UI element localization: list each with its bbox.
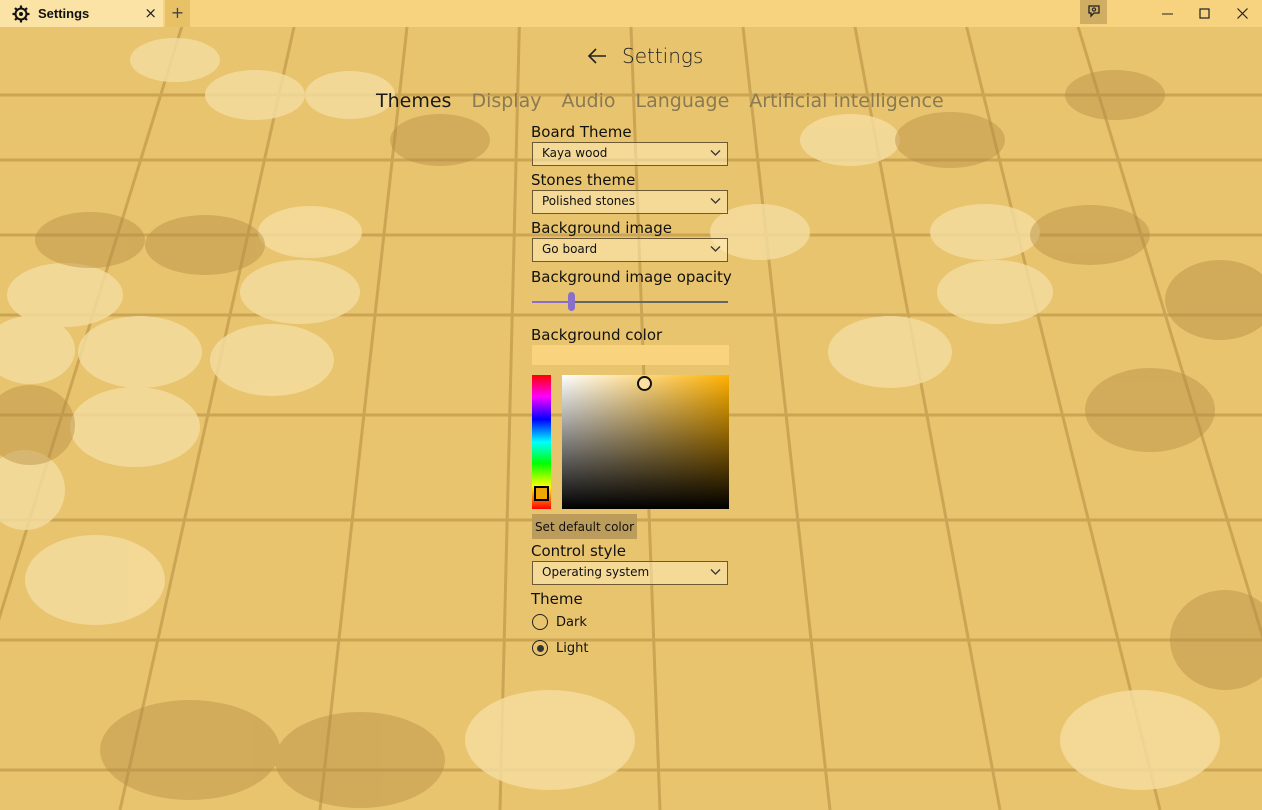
stones-theme-value: Polished stones (542, 194, 636, 208)
control-style-value: Operating system (542, 565, 650, 579)
chevron-down-icon (710, 246, 721, 252)
tab-title: Settings (38, 6, 90, 21)
control-style-dropdown[interactable]: Operating system (532, 561, 728, 585)
background-color-preview (532, 345, 729, 365)
chevron-down-icon (710, 198, 721, 204)
opacity-slider-fill (532, 301, 572, 303)
background-image-value: Go board (542, 242, 598, 256)
maximize-button[interactable] (1185, 0, 1223, 27)
theme-option-light[interactable]: Light (532, 640, 588, 656)
radio-light-label: Light (556, 640, 589, 656)
new-tab-button[interactable]: + (165, 0, 190, 27)
tab-display[interactable]: Display (471, 90, 541, 112)
opacity-slider-thumb[interactable] (567, 292, 575, 311)
tab-language[interactable]: Language (636, 90, 730, 112)
radio-light[interactable] (532, 640, 548, 656)
hue-selector-handle[interactable] (534, 486, 549, 501)
radio-dark-label: Dark (556, 614, 587, 630)
page-title: Settings (622, 44, 704, 68)
background-image-dropdown[interactable]: Go board (532, 238, 728, 262)
board-theme-dropdown[interactable]: Kaya wood (532, 142, 728, 166)
feedback-button[interactable] (1080, 0, 1107, 24)
theme-option-dark[interactable]: Dark (532, 614, 587, 630)
minimize-icon (1161, 13, 1173, 15)
tab-audio[interactable]: Audio (561, 90, 615, 112)
chevron-down-icon (710, 150, 721, 156)
tab-artificial-intelligence[interactable]: Artificial intelligence (749, 90, 943, 112)
page-header: Settings (586, 42, 703, 70)
board-theme-label: Board Theme (531, 123, 632, 141)
color-selector-handle[interactable] (637, 376, 652, 391)
tab-themes[interactable]: Themes (376, 90, 451, 112)
close-icon (1236, 8, 1248, 19)
background-color-label: Background color (531, 326, 663, 344)
background-opacity-label: Background image opacity (531, 268, 732, 286)
stones-theme-label: Stones theme (531, 171, 636, 189)
control-style-label: Control style (531, 542, 626, 560)
gear-icon (12, 5, 30, 22)
radio-dark[interactable] (532, 614, 548, 630)
settings-tabs: Themes Display Audio Language Artificial… (376, 90, 964, 112)
set-default-color-button[interactable]: Set default color (532, 514, 637, 539)
board-theme-value: Kaya wood (542, 146, 608, 160)
background-image-label: Background image (531, 219, 672, 237)
maximize-icon (1198, 8, 1210, 19)
stones-theme-dropdown[interactable]: Polished stones (532, 190, 728, 214)
feedback-icon (1087, 5, 1100, 18)
title-bar: Settings × + (0, 0, 1262, 27)
back-arrow-icon[interactable] (586, 46, 608, 66)
theme-label: Theme (531, 590, 583, 608)
color-saturation-area[interactable] (562, 375, 729, 509)
chevron-down-icon (710, 569, 721, 575)
close-window-button[interactable] (1223, 0, 1261, 27)
close-tab-icon[interactable]: × (144, 5, 157, 21)
window-tab[interactable]: Settings × (0, 0, 163, 27)
minimize-button[interactable] (1148, 0, 1186, 27)
